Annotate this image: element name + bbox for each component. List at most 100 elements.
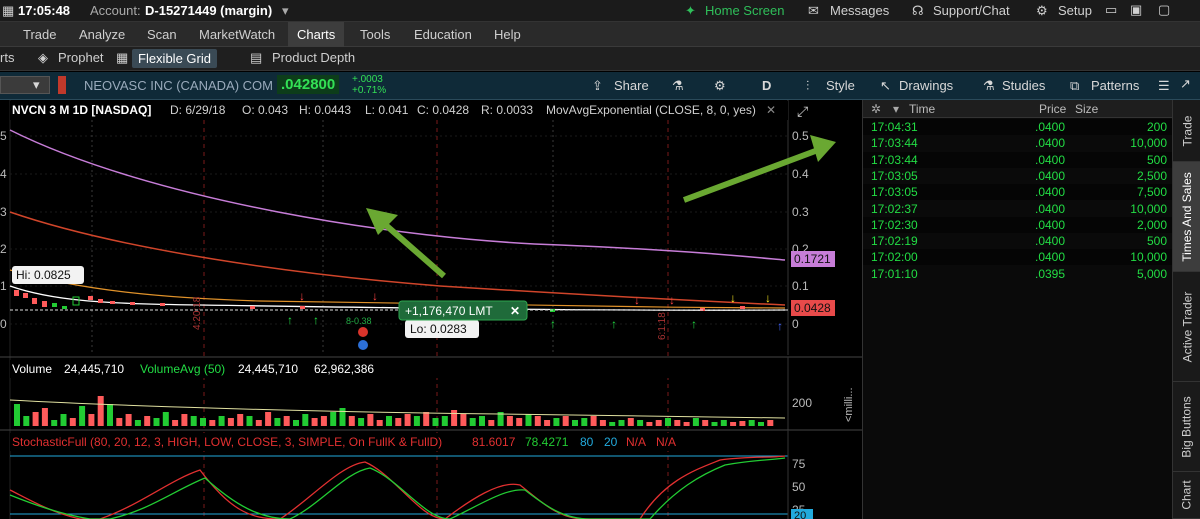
timeframe-selector[interactable]: D xyxy=(762,78,771,93)
subtab-prophet[interactable]: Prophet xyxy=(58,50,104,65)
net-change: +.0003 xyxy=(352,74,383,85)
volume-bar xyxy=(460,414,467,426)
volume-bar xyxy=(23,416,30,426)
side-tab-times-and-sales[interactable]: Times And Sales xyxy=(1173,162,1200,272)
volume-bar xyxy=(88,414,95,426)
messages-icon: ✉ xyxy=(808,3,819,18)
flask-icon[interactable]: ⚗ xyxy=(672,78,684,94)
tas-settings-icon[interactable]: ✲ xyxy=(871,102,881,116)
left-tick: 5 xyxy=(0,129,7,143)
volume-bar xyxy=(609,422,616,426)
account-selector[interactable]: D-15271449 (margin) xyxy=(145,3,272,18)
patterns-button[interactable]: Patterns xyxy=(1091,78,1139,93)
window-restore-icon[interactable]: ▭ xyxy=(1105,2,1117,18)
settings-gear-icon[interactable]: ⚙ xyxy=(714,78,726,94)
time-sales-row: 17:02:19 .0400 500 xyxy=(863,233,1173,249)
time-sales-row: 17:03:05 .0400 7,500 xyxy=(863,184,1173,201)
order-label[interactable]: +1,176,470 LMT xyxy=(405,304,493,318)
menu-education[interactable]: Education xyxy=(405,22,481,47)
volume-avg-value: 24,445,710 xyxy=(238,362,298,376)
menu-tools[interactable]: Tools xyxy=(351,22,399,47)
subtab-charts[interactable]: rts xyxy=(0,50,14,65)
studies-button[interactable]: Studies xyxy=(1002,78,1045,93)
volume-bar xyxy=(562,416,569,426)
menu-help[interactable]: Help xyxy=(485,22,530,47)
price-chart-svg[interactable]: NVCN 3 M 1D [NASDAQ] D: 6/29/18 O: 0.043… xyxy=(0,100,862,519)
volume-bar xyxy=(330,412,337,426)
style-button[interactable]: Style xyxy=(826,78,855,93)
link-color-icon[interactable] xyxy=(58,76,66,94)
volume-bar xyxy=(339,408,346,426)
volume-bar xyxy=(590,416,597,426)
home-screen-button[interactable]: Home Screen xyxy=(705,3,784,18)
setup-button[interactable]: Setup xyxy=(1058,3,1092,18)
volume-bar xyxy=(320,416,327,426)
left-tick: 3 xyxy=(0,205,7,219)
volume-bar xyxy=(358,418,365,426)
menu-trade[interactable]: Trade xyxy=(14,22,65,47)
column-price[interactable]: Price xyxy=(1039,102,1066,116)
volume-bar xyxy=(627,418,634,426)
row-price: .0400 xyxy=(1035,201,1066,216)
close-study-icon[interactable]: ✕ xyxy=(766,103,776,117)
tas-sort-icon[interactable]: ▾ xyxy=(893,102,899,116)
volume-axis-unit: <milli... xyxy=(843,387,855,422)
window-layout-icon[interactable]: ▣ xyxy=(1130,2,1142,18)
volume-bar xyxy=(534,416,541,426)
volume-bar xyxy=(311,418,318,426)
chart-close: C: 0.0428 xyxy=(417,103,469,117)
column-time[interactable]: Time xyxy=(909,102,935,116)
row-price: .0400 xyxy=(1035,185,1066,200)
menu-scan[interactable]: Scan xyxy=(138,22,186,47)
chart-study-label[interactable]: MovAvgExponential (CLOSE, 8, 0, yes) xyxy=(546,103,756,117)
column-size[interactable]: Size xyxy=(1075,102,1098,116)
top-status-bar: ▦ 17:05:48 Account: D-15271449 (margin) … xyxy=(0,0,1200,22)
chart-panel[interactable]: NVCN 3 M 1D [NASDAQ] D: 6/29/18 O: 0.043… xyxy=(0,100,862,519)
stochastic-k: 81.6017 xyxy=(472,435,516,449)
gear-icon: ⚙ xyxy=(1036,3,1048,18)
side-tab-big-buttons[interactable]: Big Buttons xyxy=(1173,382,1200,472)
volume-bar xyxy=(172,420,179,426)
side-tab-label: Active Trader xyxy=(1180,291,1195,362)
volume-bar xyxy=(181,414,188,426)
headset-icon: ☊ xyxy=(912,3,924,18)
side-tab-trade[interactable]: Trade xyxy=(1173,100,1200,162)
volume-bar xyxy=(218,416,225,426)
window-maximize-icon[interactable]: ▢ xyxy=(1158,2,1170,18)
side-tab-chart[interactable]: Chart xyxy=(1173,472,1200,519)
symbol-input[interactable] xyxy=(0,76,50,94)
alert-arrow-icon: ↓ xyxy=(765,291,771,305)
share-button[interactable]: Share xyxy=(614,78,649,93)
event-marker-icon[interactable] xyxy=(358,327,368,337)
account-dropdown-icon[interactable]: ▾ xyxy=(282,3,289,19)
stochastic-na2: N/A xyxy=(656,435,676,449)
product-depth-icon: ▤ xyxy=(250,50,263,65)
menu-analyze[interactable]: Analyze xyxy=(70,22,134,47)
row-size: 5,000 xyxy=(1136,266,1167,281)
auto-scale-icon[interactable]: ⤢ xyxy=(797,103,808,119)
time-sales-header: ✲ ▾ Time Price Size xyxy=(863,100,1173,118)
messages-button[interactable]: Messages xyxy=(830,3,889,18)
volume-bar xyxy=(404,414,411,426)
menu-marketwatch[interactable]: MarketWatch xyxy=(190,22,284,47)
subtab-flexible-grid[interactable]: Flexible Grid xyxy=(132,49,217,68)
menu-hamburger-icon[interactable]: ☰ xyxy=(1158,78,1170,94)
side-tab-active-trader[interactable]: Active Trader xyxy=(1173,272,1200,382)
subtab-product-depth[interactable]: Product Depth xyxy=(272,50,355,65)
time-sales-row: 17:03:05 .0400 2,500 xyxy=(863,168,1173,184)
dividend-marker-icon[interactable] xyxy=(358,340,368,350)
volume-bar xyxy=(572,420,578,426)
volume-bar xyxy=(488,420,495,426)
volume-bar xyxy=(367,414,374,426)
side-tab-label: Big Buttons xyxy=(1180,395,1194,458)
support-chat-button[interactable]: Support/Chat xyxy=(933,3,1010,18)
cancel-order-icon[interactable]: ✕ xyxy=(510,304,520,318)
detach-icon[interactable]: ↗ xyxy=(1180,76,1191,92)
stoch-tick: 75 xyxy=(792,457,806,471)
volume-bar xyxy=(237,414,244,426)
symbol-dropdown-icon[interactable]: ▾ xyxy=(33,77,40,93)
menu-charts[interactable]: Charts xyxy=(288,22,345,47)
earnings-bubble-text: 8-0.38 xyxy=(346,316,372,326)
net-change-pct: +0.71% xyxy=(352,85,387,96)
drawings-button[interactable]: Drawings xyxy=(899,78,953,93)
